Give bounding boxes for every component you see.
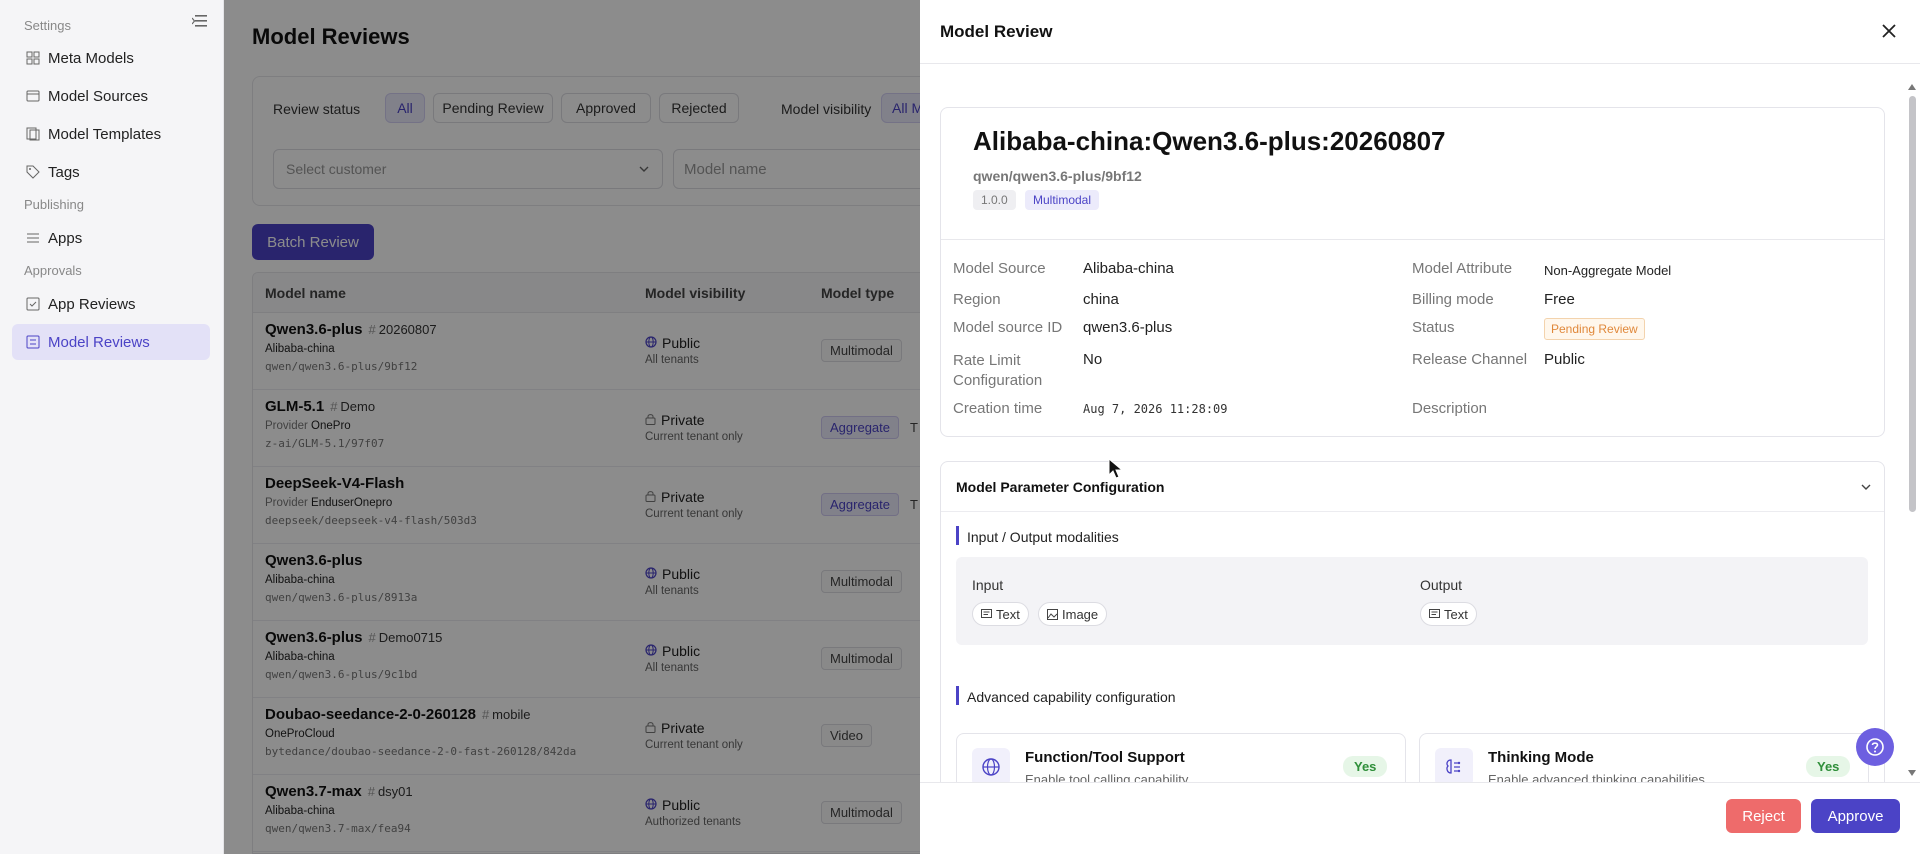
- model-templates-icon: [26, 127, 40, 141]
- capability-card-function-tool: Function/Tool Support Enable tool callin…: [956, 733, 1406, 782]
- detail-label-status: Status: [1412, 319, 1455, 336]
- sidebar-item-label: Tags: [48, 163, 80, 181]
- chevron-down-icon[interactable]: [1860, 481, 1872, 493]
- sidebar-item-label: Model Templates: [48, 125, 162, 143]
- sidebar-item-meta-models[interactable]: Meta Models: [12, 40, 210, 76]
- detail-label-model-source-id: Model source ID: [953, 319, 1063, 336]
- scroll-down-icon[interactable]: [1908, 770, 1916, 776]
- drawer-title: Model Review: [940, 22, 1053, 41]
- detail-value-region: china: [1083, 291, 1119, 308]
- capability-title: Thinking Mode: [1488, 749, 1594, 766]
- capability-card-thinking-mode: Thinking Mode Enable advanced thinking c…: [1419, 733, 1869, 782]
- input-chip-label: Text: [996, 606, 1020, 622]
- sidebar-item-model-templates[interactable]: Model Templates: [12, 116, 210, 152]
- image-icon: [1047, 608, 1058, 620]
- input-chip-text: Text: [972, 602, 1029, 626]
- scroll-up-icon[interactable]: [1908, 84, 1916, 90]
- meta-models-icon: [26, 51, 40, 65]
- apps-icon: [26, 231, 40, 245]
- drawer-footer: Reject Approve: [920, 782, 1920, 854]
- sidebar-section-settings: Settings: [24, 18, 71, 33]
- capability-yes-badge: Yes: [1343, 756, 1388, 777]
- help-button[interactable]: [1856, 728, 1894, 766]
- model-title: Alibaba-china:Qwen3.6-plus:20260807: [973, 126, 1446, 156]
- reject-button[interactable]: Reject: [1726, 799, 1801, 833]
- detail-label-model-source: Model Source: [953, 260, 1046, 277]
- io-modalities-title: Input / Output modalities: [967, 529, 1119, 545]
- input-chip-label: Image: [1062, 606, 1099, 622]
- detail-label-creation-time: Creation time: [953, 400, 1043, 417]
- version-badge: 1.0.0: [973, 190, 1016, 210]
- category-badge: Multimodal: [1025, 190, 1100, 210]
- sidebar-section-publishing: Publishing: [24, 197, 84, 212]
- approve-button[interactable]: Approve: [1811, 799, 1900, 833]
- detail-value-creation-time: Aug 7, 2026 11:28:09: [1083, 402, 1228, 416]
- app-reviews-icon: [26, 297, 40, 311]
- detail-value-model-attribute: Non-Aggregate Model: [1544, 263, 1672, 278]
- sidebar-item-tags[interactable]: Tags: [12, 154, 210, 190]
- section-accent-bar: [956, 526, 959, 545]
- section-accent-bar: [956, 686, 959, 705]
- input-label: Input: [972, 577, 1004, 593]
- input-chip-image: Image: [1038, 602, 1108, 626]
- sidebar-item-label: App Reviews: [48, 295, 136, 313]
- model-parameter-card: Model Parameter Configuration Input / Ou…: [940, 461, 1885, 782]
- parameter-section-header[interactable]: Model Parameter Configuration: [941, 462, 1884, 512]
- globe-icon: [972, 748, 1010, 782]
- sidebar-item-apps[interactable]: Apps: [12, 220, 210, 256]
- detail-value-billing-mode: Free: [1544, 291, 1575, 308]
- detail-label-description: Description: [1412, 400, 1488, 417]
- capability-title: Function/Tool Support: [1025, 749, 1185, 766]
- sidebar-item-label: Apps: [48, 229, 83, 247]
- divider: [941, 239, 1884, 240]
- detail-label-rate-limit: Rate Limit Configuration: [953, 352, 1043, 389]
- parameter-section-title: Model Parameter Configuration: [956, 479, 1165, 495]
- scrollbar-thumb[interactable]: [1909, 96, 1916, 512]
- model-summary-card: Alibaba-china:Qwen3.6-plus:20260807 qwen…: [940, 107, 1885, 437]
- capability-description: Enable tool calling capability: [1025, 772, 1189, 782]
- sidebar-item-label: Meta Models: [48, 49, 134, 67]
- drawer-scrollbar[interactable]: [1908, 84, 1916, 776]
- detail-value-release-channel: Public: [1544, 351, 1585, 368]
- capability-description: Enable advanced thinking capabilities: [1488, 772, 1705, 782]
- text-icon: [981, 608, 992, 618]
- detail-label-billing-mode: Billing mode: [1412, 291, 1494, 308]
- sidebar-item-label: Model Sources: [48, 87, 149, 105]
- detail-value-model-source-id: qwen3.6-plus: [1083, 319, 1173, 336]
- sidebar-item-app-reviews[interactable]: App Reviews: [12, 286, 210, 322]
- capability-yes-badge: Yes: [1806, 756, 1851, 777]
- detail-label-release-channel: Release Channel: [1412, 351, 1528, 368]
- help-icon: [1866, 738, 1884, 756]
- output-label: Output: [1420, 577, 1463, 593]
- detail-value-rate-limit: No: [1083, 351, 1103, 368]
- detail-label-region: Region: [953, 291, 1001, 308]
- sidebar-item-label: Model Reviews: [48, 333, 150, 351]
- sidebar-collapse-icon[interactable]: [192, 14, 208, 28]
- detail-value-model-source: Alibaba-china: [1083, 260, 1174, 277]
- output-chip-label: Text: [1444, 606, 1468, 622]
- mouse-cursor-icon: [1108, 458, 1124, 479]
- brain-icon: [1435, 748, 1473, 782]
- sidebar-section-approvals: Approvals: [24, 263, 82, 278]
- tag-icon: [26, 165, 40, 179]
- model-review-drawer: Model Review Alibaba-china:Qwen3.6-plus:…: [920, 0, 1920, 854]
- drawer-header: Model Review: [920, 0, 1920, 64]
- model-reviews-icon: [26, 335, 40, 349]
- text-icon: [1429, 608, 1440, 618]
- model-path: qwen/qwen3.6-plus/9bf12: [973, 168, 1142, 184]
- sidebar: Settings Meta Models Model Sources Model…: [0, 0, 224, 854]
- sidebar-item-model-sources[interactable]: Model Sources: [12, 78, 210, 114]
- close-icon[interactable]: [1880, 22, 1898, 40]
- output-chip-text: Text: [1420, 602, 1477, 626]
- detail-label-model-attribute: Model Attribute: [1412, 260, 1513, 277]
- advanced-capability-title: Advanced capability configuration: [967, 689, 1176, 705]
- model-sources-icon: [26, 89, 40, 103]
- io-modalities-box: Input Output Text Image Text: [956, 557, 1868, 645]
- status-badge: Pending Review: [1544, 318, 1645, 340]
- drawer-body: Alibaba-china:Qwen3.6-plus:20260807 qwen…: [920, 64, 1920, 782]
- sidebar-item-model-reviews[interactable]: Model Reviews: [12, 324, 210, 360]
